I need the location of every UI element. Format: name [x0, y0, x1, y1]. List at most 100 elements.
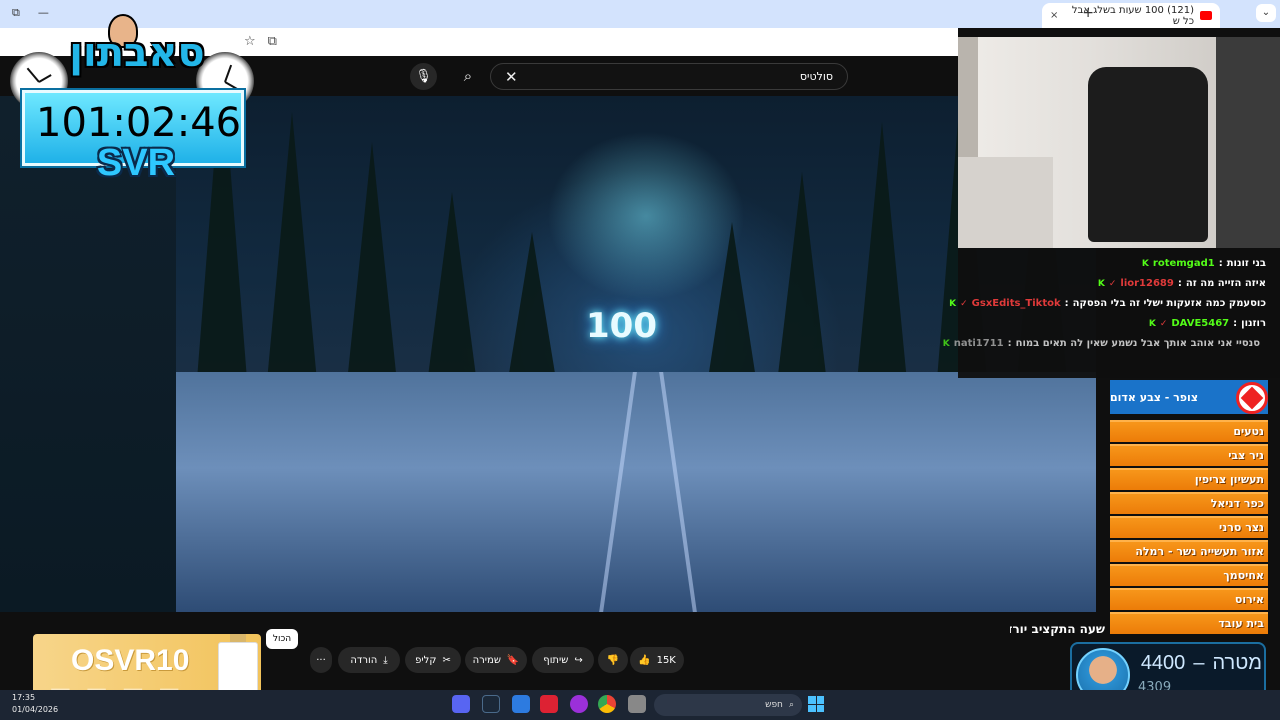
alert-town: אחיסמך [1110, 564, 1268, 586]
thumbs-down-icon: 👎 [606, 654, 620, 666]
shelf [1216, 37, 1280, 248]
chat-text: איזה הזייה מה זה [1185, 278, 1266, 289]
subathon-timer: 101:02:46 [36, 100, 242, 146]
kick-icon: K [942, 338, 950, 349]
discord-icon[interactable] [452, 695, 470, 713]
search-icon: ⌕ [788, 700, 794, 710]
share-icon: ↪ [574, 654, 583, 666]
video-overlay-text: 100 [586, 306, 657, 346]
goal-separator: – [1193, 652, 1205, 674]
chat-text: רוזנון [1241, 318, 1266, 329]
search-input[interactable]: סולטיס ✕ [490, 63, 848, 90]
kick-icon: K [949, 298, 957, 309]
share-label: שיתוף [543, 654, 569, 666]
search-button[interactable]: ⌕ [448, 63, 488, 90]
tree [706, 222, 758, 392]
file-explorer-icon[interactable] [628, 695, 646, 713]
download-button[interactable]: ⤓ הורדה [338, 647, 400, 673]
verified-icon: ✓ [1159, 318, 1168, 329]
voice-search-button[interactable]: 🎙 [410, 63, 437, 90]
save-button[interactable]: 🔖 שמירה [465, 647, 527, 673]
like-count: 15K [656, 654, 676, 666]
download-label: הורדה [350, 654, 378, 666]
like-button[interactable]: 15K 👍 [630, 647, 684, 673]
steam-icon[interactable] [482, 695, 500, 713]
chat-message: בני זונות: rotemgad1 K [1141, 258, 1266, 269]
scissors-icon: ✂ [442, 654, 451, 666]
youtube-icon [1200, 11, 1212, 20]
alert-town: אזור תעשייה נשר - רמלה [1110, 540, 1268, 562]
new-tab-button[interactable]: + [1082, 5, 1094, 21]
chat-message: רוזנון: DAVE5467 ✓ K [1148, 318, 1266, 329]
chat-username: DAVE5467 [1171, 318, 1230, 329]
channel-brand: סאבתון [69, 30, 205, 76]
goal-label: מטרה [1212, 652, 1262, 674]
search-value: סולטיס [799, 70, 833, 83]
download-icon: ⤓ [383, 654, 388, 666]
search-icon: ⌕ [463, 67, 473, 85]
alert-town: נצר סרני [1110, 516, 1268, 538]
alert-town: תעשיון צריפין [1110, 468, 1268, 490]
kick-icon: K [1141, 258, 1149, 269]
promo-code: OSVR10 [71, 644, 190, 677]
goal-target: 4400 [1140, 652, 1186, 674]
notepad-icon[interactable] [512, 695, 530, 713]
alert-town: ניר צבי [1110, 444, 1268, 466]
verified-icon: ✓ [1108, 278, 1117, 289]
window-controls[interactable]: ⧉ — [12, 6, 49, 20]
taskbar-clock: 17:35 01/04/2026 [12, 692, 58, 716]
bookmark-icon: 🔖 [506, 654, 520, 666]
minimize-icon[interactable]: — [38, 6, 49, 20]
restore-icon[interactable]: ⧉ [12, 6, 20, 20]
alert-town: כפר דניאל [1110, 492, 1268, 514]
chat-message: איזה הזייה מה זה: lior12689 ✓ K [1097, 278, 1266, 289]
tree [856, 122, 908, 392]
browser-tab[interactable]: (121) 100 שעות בשלג אבל כל ש × [1042, 3, 1220, 28]
clock-date: 01/04/2026 [12, 705, 59, 714]
bookmark-star-icon[interactable]: ☆ [244, 34, 256, 49]
gaming-chair [1088, 67, 1208, 242]
tab-search-button[interactable]: ⌄ [1256, 4, 1276, 22]
chat-username: nati1711 [953, 338, 1004, 349]
chat-message: סנסיי אני אוהב אותך אבל נשמע שאין לה תאי… [942, 338, 1260, 349]
alert-town: נטעים [1110, 420, 1268, 442]
cast-icon[interactable]: ⧉ [268, 34, 277, 49]
windows-start-icon[interactable] [808, 696, 824, 712]
kick-icon: K [1097, 278, 1105, 289]
kick-icon: K [1148, 318, 1156, 329]
chat-username: GsxEdits_Tiktok [971, 298, 1061, 309]
chat-text: בני זונות [1226, 258, 1266, 269]
video-title: שעה התקציב יורד [1010, 622, 1105, 636]
app-icon[interactable] [540, 695, 558, 713]
tab-close-icon[interactable]: × [1050, 10, 1058, 21]
tree [346, 142, 398, 392]
clear-search-icon[interactable]: ✕ [505, 68, 518, 86]
tree [506, 232, 558, 392]
microphone-icon: 🎙 [415, 69, 432, 84]
dresser [958, 37, 978, 157]
taskbar-search-label: חפש [765, 700, 783, 710]
snow-ground [176, 372, 1096, 612]
clock-time: 17:35 [12, 693, 36, 702]
goal-line: מטרה – 4400 [1138, 652, 1262, 675]
address-bar-actions: ☆ ⧉ [244, 34, 277, 49]
chat-panel: בני זונות: rotemgad1 K איזה הזייה מה זה:… [943, 248, 1280, 378]
svr-tag: SVR [96, 142, 176, 184]
clip-button[interactable]: ✂ קליפ [405, 647, 461, 673]
save-label: שמירה [472, 654, 501, 666]
dislike-button[interactable]: 👎 [598, 647, 628, 673]
chrome-icon[interactable] [598, 695, 616, 713]
tree [776, 172, 828, 392]
chip-all[interactable]: הכול [266, 629, 298, 649]
taskbar-search[interactable]: ⌕ חפש [654, 694, 802, 716]
instagram-icon[interactable] [570, 695, 588, 713]
share-button[interactable]: ↪ שיתוף [532, 647, 594, 673]
clip-label: קליפ [415, 654, 437, 666]
more-actions-button[interactable]: ··· [310, 647, 332, 673]
chat-text: כוסעמק כמה אזעקות ישלי זה בלי הפסקה [1072, 298, 1266, 309]
bed [958, 157, 1053, 248]
chat-message: כוסעמק כמה אזעקות ישלי זה בלי הפסקה: Gsx… [949, 298, 1266, 309]
chat-username: lior12689 [1120, 278, 1174, 289]
thumbs-up-icon: 👍 [638, 654, 651, 666]
verified-icon: ✓ [960, 298, 968, 309]
